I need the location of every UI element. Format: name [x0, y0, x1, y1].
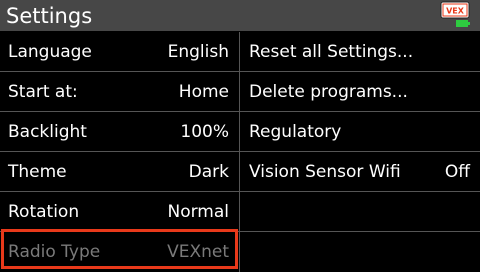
- row-divider: [0, 191, 480, 192]
- setting-label: Vision Sensor Wifi: [249, 162, 401, 182]
- title-bar: Settings VEX: [0, 0, 480, 31]
- setting-rotation[interactable]: Rotation Normal: [0, 192, 240, 232]
- setting-vision-sensor-wifi[interactable]: Vision Sensor Wifi Off: [241, 152, 480, 192]
- setting-backlight[interactable]: Backlight 100%: [0, 112, 240, 152]
- setting-theme[interactable]: Theme Dark: [0, 152, 240, 192]
- vex-brain-battery-icon: VEX: [440, 1, 470, 27]
- row-divider: [0, 71, 480, 72]
- vex-logo: VEX: [446, 7, 465, 16]
- setting-label: Language: [8, 42, 92, 62]
- selection-outline: [1, 229, 238, 269]
- setting-label: Start at:: [8, 82, 78, 102]
- setting-value: 100%: [180, 122, 229, 142]
- setting-label: Rotation: [8, 202, 80, 222]
- action-label: Regulatory: [249, 122, 342, 142]
- setting-start-at[interactable]: Start at: Home: [0, 72, 240, 112]
- empty-cell: [241, 232, 480, 272]
- page-title: Settings: [6, 4, 93, 28]
- row-divider: [0, 151, 480, 152]
- setting-label: Theme: [8, 162, 67, 182]
- setting-language[interactable]: Language English: [0, 32, 240, 72]
- setting-value: Off: [444, 162, 470, 182]
- row-divider: [0, 111, 480, 112]
- setting-value: English: [167, 42, 229, 62]
- setting-value: Home: [178, 82, 229, 102]
- action-reset-all-settings[interactable]: Reset all Settings...: [241, 32, 480, 72]
- setting-value: Dark: [188, 162, 229, 182]
- setting-value: Normal: [167, 202, 229, 222]
- action-regulatory[interactable]: Regulatory: [241, 112, 480, 152]
- action-delete-programs[interactable]: Delete programs...: [241, 72, 480, 112]
- setting-label: Backlight: [8, 122, 87, 142]
- action-label: Reset all Settings...: [249, 42, 414, 62]
- empty-cell: [241, 192, 480, 232]
- action-label: Delete programs...: [249, 82, 408, 102]
